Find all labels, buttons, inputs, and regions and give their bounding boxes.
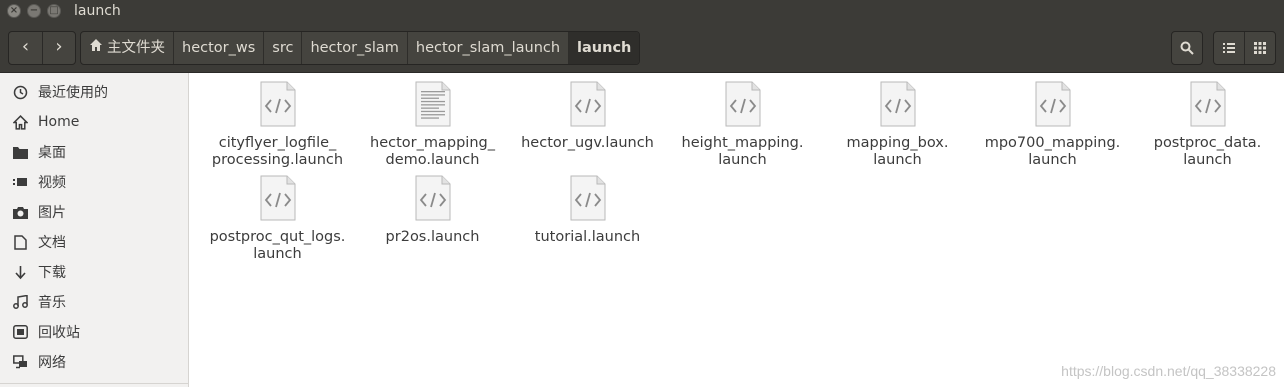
sidebar-item-label: 桌面: [38, 145, 66, 161]
sidebar-item-label: 下载: [38, 265, 66, 281]
code-file-icon: [1033, 81, 1073, 127]
list-view-icon: [1223, 43, 1236, 53]
file-name-line: mpo700_mapping.: [984, 135, 1121, 151]
title-bar: × − □ launch: [0, 0, 1284, 23]
search-button[interactable]: [1171, 31, 1203, 65]
file-name-line: launch: [1183, 152, 1232, 168]
maximize-window-button[interactable]: □: [47, 4, 61, 18]
file-name-line: tutorial.launch: [534, 229, 641, 245]
file-name-line: launch: [873, 152, 922, 168]
network-icon: [12, 354, 28, 370]
navigation-buttons: ‹ ›: [8, 31, 76, 65]
file-item[interactable]: postproc_data. launch: [1130, 81, 1284, 169]
sidebar-item-desktop[interactable]: 桌面: [0, 137, 188, 167]
sidebar-divider: [0, 383, 188, 384]
sidebar-item-documents[interactable]: 文档: [0, 227, 188, 257]
file-item[interactable]: tutorial.launch: [510, 175, 665, 246]
breadcrumb-launch[interactable]: launch: [568, 32, 640, 64]
search-icon: [1180, 41, 1194, 55]
breadcrumb-hector-slam[interactable]: hector_slam: [301, 32, 406, 64]
breadcrumb: 主文件夹 hector_ws src hector_slam hector_sl…: [80, 31, 641, 65]
code-file-icon: [258, 81, 298, 127]
home-icon: [89, 32, 105, 64]
sidebar-item-label: 视频: [38, 175, 66, 191]
file-item[interactable]: hector_mapping_ demo.launch: [355, 81, 510, 169]
code-file-icon: [413, 175, 453, 221]
file-name-line: postproc_qut_logs.: [209, 229, 346, 245]
grid-view-icon: [1254, 42, 1267, 54]
breadcrumb-src[interactable]: src: [263, 32, 301, 64]
file-name-line: cityflyer_logfile_: [218, 135, 337, 151]
code-file-icon: [878, 81, 918, 127]
trash-icon: [12, 324, 28, 340]
file-item[interactable]: pr2os.launch: [355, 175, 510, 246]
sidebar: 最近使用的 Home 桌面 视频 图片 文档 下载 音乐 回收站 网络: [0, 73, 189, 387]
close-window-button[interactable]: ×: [7, 4, 21, 18]
breadcrumb-hector-ws[interactable]: hector_ws: [173, 32, 263, 64]
sidebar-item-home[interactable]: Home: [0, 107, 188, 137]
code-file-icon: [568, 175, 608, 221]
file-name-line: mapping_box.: [846, 135, 949, 151]
file-name-line: launch: [1028, 152, 1077, 168]
code-file-icon: [568, 81, 608, 127]
desktop-folder-icon: [12, 144, 28, 160]
sidebar-item-downloads[interactable]: 下载: [0, 257, 188, 287]
sidebar-item-label: Home: [38, 114, 80, 130]
file-item[interactable]: postproc_qut_logs. launch: [200, 175, 355, 263]
minimize-window-button[interactable]: −: [27, 4, 41, 18]
recent-icon: [12, 84, 28, 100]
chevron-right-icon: ›: [55, 36, 63, 57]
download-icon: [12, 264, 28, 280]
sidebar-item-recent[interactable]: 最近使用的: [0, 77, 188, 107]
file-name-line: pr2os.launch: [385, 229, 480, 245]
file-view: cityflyer_logfile_ processing.launch hecto…: [190, 73, 1284, 387]
sidebar-item-network[interactable]: 网络: [0, 347, 188, 377]
sidebar-item-label: 图片: [38, 205, 66, 221]
sidebar-item-trash[interactable]: 回收站: [0, 317, 188, 347]
file-item[interactable]: mapping_box. launch: [820, 81, 975, 169]
code-file-icon: [258, 175, 298, 221]
file-item[interactable]: cityflyer_logfile_ processing.launch: [200, 81, 355, 169]
toolbar: ‹ › 主文件夹 hector_ws src hector_slam hecto…: [0, 23, 1284, 73]
sidebar-item-label: 网络: [38, 355, 66, 371]
file-name-line: height_mapping.: [681, 135, 804, 151]
code-file-icon: [723, 81, 763, 127]
list-view-button[interactable]: [1214, 32, 1244, 64]
sidebar-item-label: 文档: [38, 235, 66, 251]
camera-icon: [12, 204, 28, 220]
breadcrumb-home[interactable]: 主文件夹: [81, 32, 173, 64]
file-name-line: hector_mapping_: [370, 135, 495, 151]
breadcrumb-label: 主文件夹: [107, 40, 165, 56]
sidebar-item-videos[interactable]: 视频: [0, 167, 188, 197]
file-name-line: postproc_data.: [1153, 135, 1262, 151]
sidebar-item-label: 回收站: [38, 325, 80, 341]
sidebar-item-label: 最近使用的: [38, 85, 108, 101]
sidebar-item-music[interactable]: 音乐: [0, 287, 188, 317]
window-title: launch: [74, 3, 121, 19]
file-item[interactable]: height_mapping. launch: [665, 81, 820, 169]
file-name-line: hector_ugv.launch: [521, 135, 654, 151]
sidebar-item-pictures[interactable]: 图片: [0, 197, 188, 227]
file-name-line: launch: [718, 152, 767, 168]
home-icon: [12, 114, 28, 130]
back-button[interactable]: ‹: [9, 32, 42, 64]
file-name-line: processing.launch: [211, 152, 344, 168]
file-item[interactable]: mpo700_mapping. launch: [975, 81, 1130, 169]
text-file-icon: [413, 81, 453, 127]
grid-view-button[interactable]: [1244, 32, 1275, 64]
code-file-icon: [1188, 81, 1228, 127]
sidebar-item-label: 音乐: [38, 295, 66, 311]
breadcrumb-hector-slam-launch[interactable]: hector_slam_launch: [406, 32, 568, 64]
view-mode-buttons: [1213, 31, 1276, 65]
file-name-line: launch: [253, 246, 302, 262]
file-name-line: demo.launch: [385, 152, 480, 168]
video-icon: [12, 174, 28, 190]
music-icon: [12, 294, 28, 310]
document-icon: [12, 234, 28, 250]
watermark: https://blog.csdn.net/qq_38338228: [1061, 363, 1276, 379]
chevron-left-icon: ‹: [21, 36, 30, 57]
file-item[interactable]: hector_ugv.launch: [510, 81, 665, 152]
forward-button[interactable]: ›: [41, 32, 75, 64]
